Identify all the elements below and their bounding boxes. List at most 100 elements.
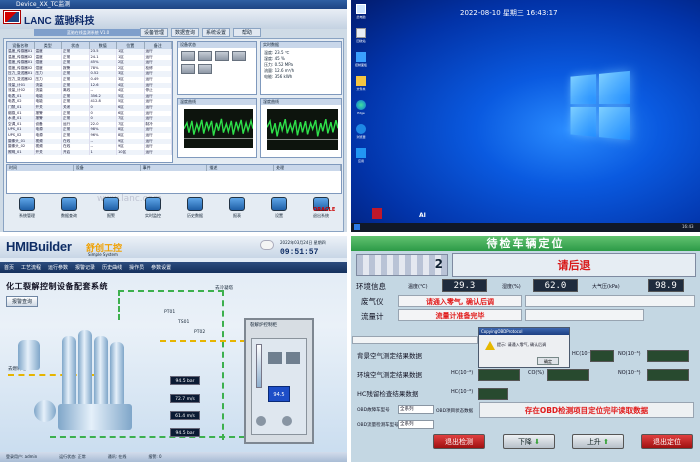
tab-query[interactable]: 数据查询 <box>171 28 199 37</box>
exit-inspection-button[interactable]: 退出检测 <box>433 434 485 449</box>
database-icon <box>61 197 77 211</box>
temperature-trend-plot <box>184 109 253 149</box>
ai-icon-label[interactable]: AI <box>419 212 426 219</box>
desktop-icon-app[interactable]: 应用 <box>353 148 369 166</box>
col-type[interactable]: 类型 <box>35 42 62 49</box>
cabinet-valve[interactable] <box>256 416 266 426</box>
panel-title: 温度曲线 <box>178 99 256 105</box>
settings-button[interactable]: 设置 <box>266 197 292 225</box>
label-pt02: PT02 <box>194 330 206 335</box>
menu-home[interactable]: 首页 <box>4 264 14 271</box>
col-name[interactable]: 设备名称 <box>7 42 35 49</box>
device-icon[interactable] <box>215 51 229 61</box>
desktop-icon-recycle[interactable]: 回收站 <box>353 28 369 46</box>
red-app-icon[interactable] <box>372 208 382 219</box>
column-tank-4[interactable] <box>110 342 124 406</box>
recycle-bin-icon <box>356 28 366 38</box>
app-icon <box>356 148 366 158</box>
env-co-value <box>547 369 589 381</box>
history-button[interactable]: 历史数据 <box>182 197 208 225</box>
alarm-button[interactable]: 报警 <box>98 197 124 225</box>
desktop-icon-computer[interactable]: 此电脑 <box>353 4 369 22</box>
query-button[interactable]: 数据查询 <box>56 197 82 225</box>
menu-process[interactable]: 工艺流程 <box>21 264 41 271</box>
device-icon[interactable] <box>232 51 246 61</box>
log-col-desc[interactable]: 描述 <box>207 165 275 171</box>
bg-air-label: 背景空气测定结果数据 <box>357 352 422 360</box>
device-icon[interactable] <box>198 51 212 61</box>
desktop-icon-browser[interactable]: 浏览器 <box>353 124 369 142</box>
cabinet-valve[interactable] <box>282 416 292 426</box>
monitor-button[interactable]: 实时监控 <box>140 197 166 225</box>
storage-sphere[interactable] <box>34 400 56 422</box>
desktop-icon-control[interactable]: 控制面板 <box>353 52 369 70</box>
log-col-event[interactable]: 事件 <box>141 165 208 171</box>
menu-params[interactable]: 运行参数 <box>48 264 68 271</box>
desktop-icon-edge[interactable]: Edge <box>353 100 369 118</box>
flow-meter-message: 流量计准备完毕 <box>398 309 522 321</box>
device-icon[interactable] <box>181 64 195 74</box>
cabinet-motor[interactable] <box>268 352 282 364</box>
alarm-query-button[interactable]: 报警查询 <box>6 296 38 307</box>
env-no-value <box>647 369 689 381</box>
menu-settings[interactable]: 参数设置 <box>151 264 171 271</box>
raise-button[interactable]: 上升 ⬆ <box>572 434 624 449</box>
flow-meter-label: 流量计 <box>361 312 384 321</box>
system-button[interactable]: 系统管理 <box>14 197 40 225</box>
history-icon <box>187 197 203 211</box>
gas-analyzer-label: 废气仪 <box>361 297 384 306</box>
pressure-value: 98.9 <box>648 279 684 292</box>
hc-residual-label: HC残留检查结果数据 <box>357 390 419 398</box>
column-tank-1[interactable] <box>62 336 76 406</box>
desktop-icon-folder[interactable]: 文件夹 <box>353 76 369 94</box>
cabinet-title: 裂解炉控制柜 <box>250 323 277 328</box>
base-unit[interactable] <box>58 404 132 430</box>
column-tank-2[interactable] <box>78 330 92 406</box>
log-col-handle[interactable]: 处理 <box>274 165 341 171</box>
gas-analyzer-message: 请通入零气, 确认后调 <box>398 295 522 307</box>
tab-device[interactable]: 设备管理 <box>140 28 168 37</box>
status-comm: 通讯: 在线 <box>107 454 127 459</box>
menu-history[interactable]: 历史曲线 <box>102 264 122 271</box>
brand-name: LANC 蓝驰科技 <box>24 16 95 27</box>
device-icon[interactable] <box>198 64 212 74</box>
col-status[interactable]: 状态 <box>62 42 90 49</box>
env-hc-value <box>478 369 520 381</box>
table-body: 温度_传感器01 温度 正常 23.5 1区 运行 温度_传感器02 温度 正常 24.1 1区 运行… <box>7 49 172 156</box>
tray-time[interactable]: 16:43 <box>682 224 694 229</box>
col-value[interactable]: 数值 <box>90 42 117 49</box>
menu-alarm[interactable]: 报警记录 <box>75 264 95 271</box>
readout-velocity-2: 61.4 m/s <box>170 411 200 420</box>
col-location[interactable]: 位置 <box>117 42 145 49</box>
table-cell: 开启 <box>62 149 90 156</box>
cabinet-motor[interactable] <box>286 352 300 364</box>
value-energy: 电能: 356 kWh <box>264 74 293 79</box>
status-alarm: 报警: 0 <box>148 454 162 459</box>
table-row[interactable]: 照明_01 开关 开启 1 10区 运行 <box>7 149 172 156</box>
log-col-time[interactable]: 时间 <box>7 165 74 171</box>
col-note[interactable]: 备注 <box>145 42 172 49</box>
hmi-status-bar: 登录用户: admin 运行状态: 正常 通讯: 在线 报警: 0 <box>0 452 347 462</box>
dialog-title: CopyingOBDProtocol <box>479 328 569 335</box>
tab-help[interactable]: 帮助 <box>233 28 261 37</box>
flow-model-select[interactable]: 全系列 <box>398 420 434 429</box>
column-tank-3[interactable] <box>94 336 108 406</box>
device-icon[interactable] <box>181 51 195 61</box>
lower-button[interactable]: 下降 ⬇ <box>503 434 555 449</box>
report-button[interactable]: 报表 <box>224 197 250 225</box>
windows-desktop <box>351 0 700 232</box>
process-title: 化工裂解控制设备配套系统 <box>6 282 108 291</box>
start-button[interactable] <box>354 224 360 230</box>
exit-position-button[interactable]: 退出定位 <box>641 434 693 449</box>
pipe-bottom <box>50 436 245 440</box>
reactor-tank[interactable] <box>18 340 40 370</box>
lanc-logo-icon <box>3 10 21 24</box>
dialog-ok-button[interactable]: 确定 <box>537 357 559 365</box>
pipe-top <box>118 290 224 320</box>
browser-icon <box>356 124 366 134</box>
menu-operator[interactable]: 操作员 <box>129 264 144 271</box>
tab-settings[interactable]: 系统设置 <box>202 28 230 37</box>
obd-model-select[interactable]: 全系列 <box>398 405 434 414</box>
log-col-device[interactable]: 设备 <box>74 165 141 171</box>
toolbar: 系统管理 数据查询 报警 实时监控 历史数据 报表 设置 退出系统 <box>6 197 342 229</box>
